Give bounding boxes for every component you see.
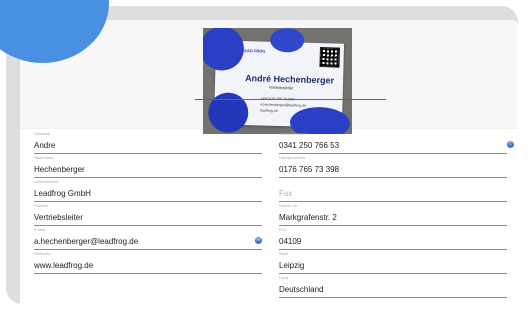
field-value: Markgrafenstr. 2 (279, 213, 337, 222)
scan-line (195, 99, 386, 100)
field-label: Land (279, 275, 288, 280)
mobile-field[interactable]: Handynummer 0176 765 73 398 (279, 154, 507, 178)
field-value: Leipzig (279, 261, 305, 270)
call-icon[interactable]: ✆ (507, 141, 514, 148)
field-label: Webseite (34, 251, 51, 256)
field-label: Unternehmen (34, 179, 59, 184)
last-name-field[interactable]: Nachname Hechenberger (34, 154, 262, 178)
street-field[interactable]: Straße, Nr. Markgrafenstr. 2 (279, 202, 507, 226)
field-value: a.hechenberger@leadfrog.de (34, 237, 139, 246)
card-blob-decoration (203, 28, 245, 72)
field-value: 04109 (279, 237, 302, 246)
field-value: Hechenberger (34, 165, 85, 174)
field-label: Telefonnummer (279, 131, 307, 136)
field-value: Andre (34, 141, 56, 150)
zip-field[interactable]: PLZ 04109 (279, 226, 507, 250)
card-role: Vertriebsleiter (268, 84, 294, 91)
field-value: 0176 765 73 398 (279, 165, 340, 174)
field-label: Position (34, 203, 49, 208)
field-label: Straße, Nr. (279, 203, 299, 208)
field-label: Nachname (34, 155, 54, 160)
company-field[interactable]: Unternehmen Leadfrog GmbH (34, 178, 262, 202)
field-value: Leadfrog GmbH (34, 189, 91, 198)
contact-form-right-column: Telefonnummer 0341 250 766 53 ✆ Handynum… (279, 130, 514, 298)
business-card: LEAD FROG André Hechenberger Vertriebsle… (203, 28, 351, 134)
phone-field[interactable]: Telefonnummer 0341 250 766 53 ✆ (279, 130, 514, 154)
email-action-icon[interactable]: ✉ (255, 237, 262, 244)
email-field[interactable]: E-Mail a.hechenberger@leadfrog.de ✉ (34, 226, 262, 250)
qr-code-icon (319, 47, 340, 68)
contact-form-left-column: Vorname Andre Nachname Hechenberger Unte… (34, 130, 262, 274)
card-name: André Hechenberger (245, 73, 335, 86)
card-blob-decoration (269, 28, 305, 53)
field-value: Deutschland (279, 285, 324, 294)
field-value: www.leadfrog.de (34, 261, 94, 270)
field-label: E-Mail (34, 227, 46, 232)
country-field[interactable]: Land Deutschland (279, 274, 507, 298)
fax-field[interactable]: Fax (279, 178, 507, 202)
field-label: PLZ (279, 227, 287, 232)
field-label: Handynummer (279, 155, 306, 160)
field-label: Stadt (279, 251, 289, 256)
business-card-photo[interactable]: LEAD FROG André Hechenberger Vertriebsle… (203, 28, 352, 134)
website-field[interactable]: Webseite www.leadfrog.de (34, 250, 262, 274)
city-field[interactable]: Stadt Leipzig (279, 250, 507, 274)
card-contact-line: leadfrog.de (260, 108, 278, 113)
first-name-field[interactable]: Vorname Andre (34, 130, 262, 154)
field-label: Vorname (34, 131, 51, 136)
position-field[interactable]: Position Vertriebsleiter (34, 202, 262, 226)
field-value: 0341 250 766 53 (279, 141, 340, 150)
card-logo: LEAD FROG (241, 48, 266, 54)
field-value: Vertriebsleiter (34, 213, 83, 222)
field-placeholder: Fax (279, 189, 293, 198)
